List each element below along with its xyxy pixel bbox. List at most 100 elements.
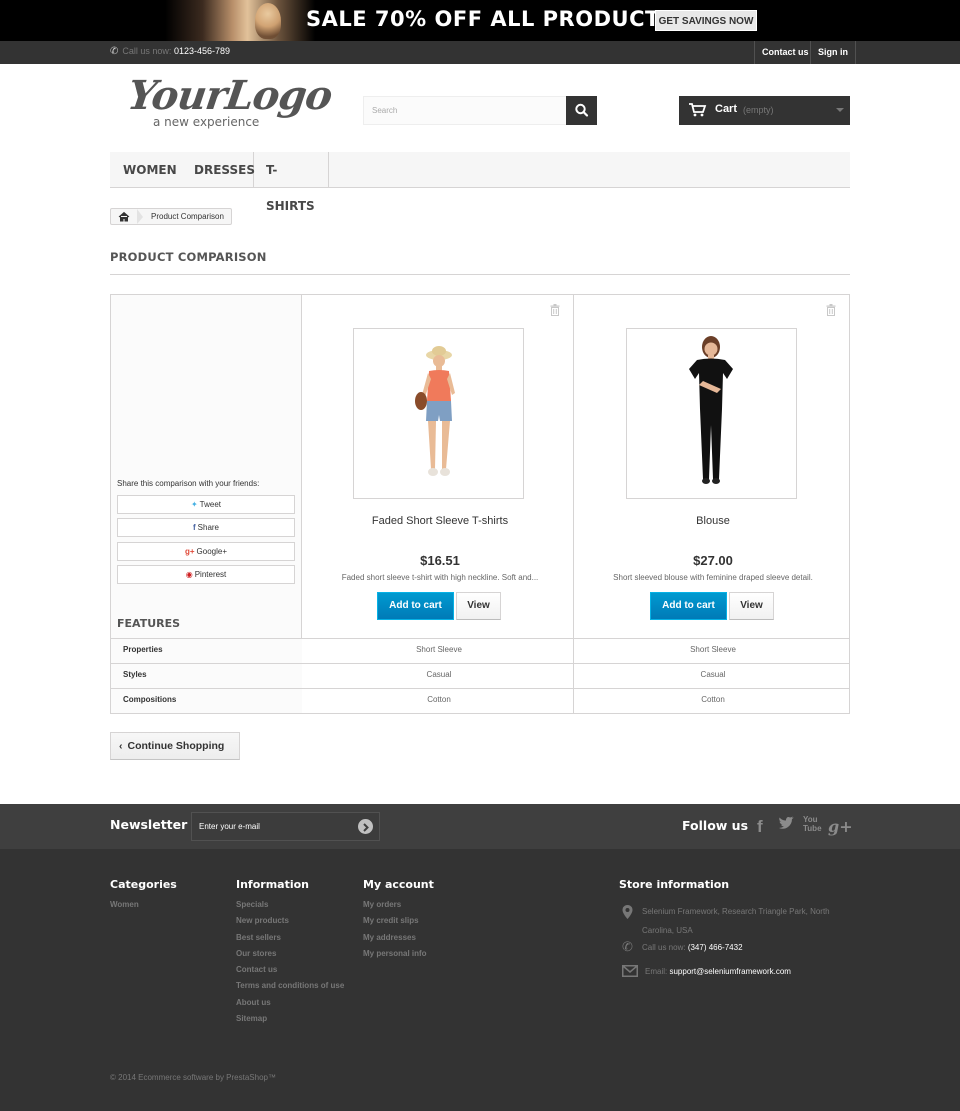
newsletter-title: Newsletter	[110, 817, 188, 832]
call-us-label: Call us now:	[122, 46, 172, 56]
arrow-right-icon	[363, 823, 369, 832]
feature-row: Properties Short Sleeve Short Sleeve	[111, 638, 849, 663]
trash-icon[interactable]	[550, 304, 560, 316]
footer-categories-title: Categories	[110, 878, 177, 891]
google-plus-icon[interactable]: g+	[828, 817, 853, 836]
banner-headline: SALE 70% OFF ALL PRODUCTS	[306, 7, 676, 31]
product-name[interactable]: Blouse	[575, 515, 851, 527]
view-button[interactable]: View	[456, 592, 501, 620]
footer-link[interactable]: My credit slips	[363, 916, 427, 926]
footer-information-title: Information	[236, 878, 309, 891]
footer-account-list: My orders My credit slips My addresses M…	[363, 900, 427, 965]
phone-icon: ✆	[110, 46, 119, 57]
twitter-icon: ✦	[190, 500, 198, 509]
comparison-sidebar: Share this comparison with your friends:…	[111, 295, 302, 638]
footer-link[interactable]: Sitemap	[236, 1014, 346, 1024]
footer-categories-list: Women	[110, 900, 139, 916]
feature-value: Short Sleeve	[690, 645, 736, 654]
chevron-left-icon: ‹	[119, 740, 123, 752]
main-menu: WOMEN DRESSES T-SHIRTS	[110, 152, 850, 213]
menu-item-dresses[interactable]: DRESSES	[182, 152, 255, 188]
store-phone-number: (347) 466-7432	[687, 943, 743, 952]
facebook-icon: f	[192, 523, 196, 532]
footer-link[interactable]: My personal info	[363, 949, 427, 959]
footer-link[interactable]: Contact us	[236, 965, 346, 975]
chevron-down-icon	[836, 108, 844, 112]
compare-product-2: Blouse $27.00 Short sleeved blouse with …	[575, 295, 851, 638]
product-name[interactable]: Faded Short Sleeve T-shirts	[302, 515, 578, 527]
footer-link[interactable]: Women	[110, 900, 139, 910]
facebook-icon[interactable]: f	[757, 817, 763, 837]
twitter-icon[interactable]	[778, 816, 795, 834]
top-nav-bar: ✆ Call us now: 0123-456-789 Contact us Si…	[0, 41, 960, 64]
footer-link[interactable]: My orders	[363, 900, 427, 910]
continue-shopping-button[interactable]: ‹ Continue Shopping	[110, 732, 240, 760]
banner-image	[165, 0, 315, 41]
store-email-link[interactable]: support@seleniumframework.com	[669, 967, 791, 976]
youtube-icon[interactable]: You Tube	[803, 815, 822, 833]
breadcrumb-home[interactable]	[111, 209, 137, 224]
footer-newsletter-bar: Newsletter Enter your e-mail Follow us f…	[0, 804, 960, 849]
feature-name: Properties	[111, 639, 302, 663]
trash-icon[interactable]	[826, 304, 836, 316]
contact-us-link[interactable]: Contact us	[754, 41, 816, 64]
get-savings-button[interactable]: GET SAVINGS NOW	[655, 10, 757, 31]
continue-shopping-label: Continue Shopping	[127, 740, 225, 752]
phone-number: 0123-456-789	[173, 46, 230, 56]
google-plus-button[interactable]: g+ Google+	[117, 542, 295, 561]
sign-in-link[interactable]: Sign in	[810, 41, 856, 64]
tweet-button[interactable]: ✦ Tweet	[117, 495, 295, 514]
feature-value: Casual	[426, 670, 452, 679]
search-icon	[575, 103, 589, 117]
search-button[interactable]	[566, 96, 597, 125]
store-phone: ✆ Call us now: (347) 466-7432	[622, 939, 743, 954]
footer-link[interactable]: New products	[236, 916, 346, 926]
add-to-cart-button[interactable]: Add to cart	[650, 592, 727, 620]
footer-account-title: My account	[363, 878, 434, 891]
newsletter-submit-button[interactable]	[358, 819, 373, 834]
pinterest-icon: ◉	[185, 570, 193, 579]
menu-item-tshirts[interactable]: T-SHIRTS	[254, 152, 329, 213]
search-input[interactable]: Search	[363, 96, 566, 125]
footer-store-title: Store information	[619, 878, 730, 891]
feature-value: Casual	[700, 670, 726, 679]
promo-banner[interactable]: SALE 70% OFF ALL PRODUCTS GET SAVINGS NO…	[0, 0, 960, 41]
footer-link[interactable]: Best sellers	[236, 933, 346, 943]
banner-model-image	[255, 3, 281, 39]
share-title: Share this comparison with your friends:	[117, 479, 260, 488]
menu-item-women[interactable]: WOMEN	[111, 152, 182, 188]
footer-link[interactable]: About us	[236, 998, 346, 1008]
breadcrumb-separator	[137, 209, 143, 224]
footer: Categories Women Information Specials Ne…	[0, 849, 960, 1111]
newsletter-email-input[interactable]: Enter your e-mail	[191, 812, 380, 841]
facebook-share-button[interactable]: f Share	[117, 518, 295, 537]
product-photo-blouse	[689, 336, 733, 484]
store-address: Selenium Framework, Research Triangle Pa…	[622, 902, 852, 940]
cart-button[interactable]: Cart (empty)	[679, 96, 850, 125]
breadcrumb-current: Product Comparison	[151, 212, 224, 221]
feature-name: Compositions	[111, 689, 302, 713]
title-divider	[110, 274, 850, 275]
footer-link[interactable]: Our stores	[236, 949, 346, 959]
product-image[interactable]	[626, 328, 797, 499]
footer-link[interactable]: Terms and conditions of use	[236, 981, 346, 991]
cart-status: (empty)	[743, 105, 774, 115]
site-logo[interactable]: YourLogo a new experience	[125, 72, 335, 130]
envelope-icon	[622, 965, 638, 977]
product-price: $16.51	[420, 553, 460, 568]
pinterest-button[interactable]: ◉ Pinterest	[117, 565, 295, 584]
newsletter-placeholder: Enter your e-mail	[199, 822, 260, 831]
call-us: ✆ Call us now: 0123-456-789	[110, 46, 230, 57]
product-image[interactable]	[353, 328, 524, 499]
cart-icon	[689, 103, 707, 117]
footer-link[interactable]: My addresses	[363, 933, 427, 943]
cart-label: Cart	[715, 103, 738, 115]
feature-row: Styles Casual Casual	[111, 663, 849, 688]
compare-product-1: Faded Short Sleeve T-shirts $16.51 Faded…	[302, 295, 578, 638]
footer-link[interactable]: Specials	[236, 900, 346, 910]
view-button[interactable]: View	[729, 592, 774, 620]
add-to-cart-button[interactable]: Add to cart	[377, 592, 454, 620]
share-label: Share	[197, 523, 220, 532]
logo-tagline: a new experience	[153, 115, 260, 129]
feature-row: Compositions Cotton Cotton	[111, 688, 849, 713]
